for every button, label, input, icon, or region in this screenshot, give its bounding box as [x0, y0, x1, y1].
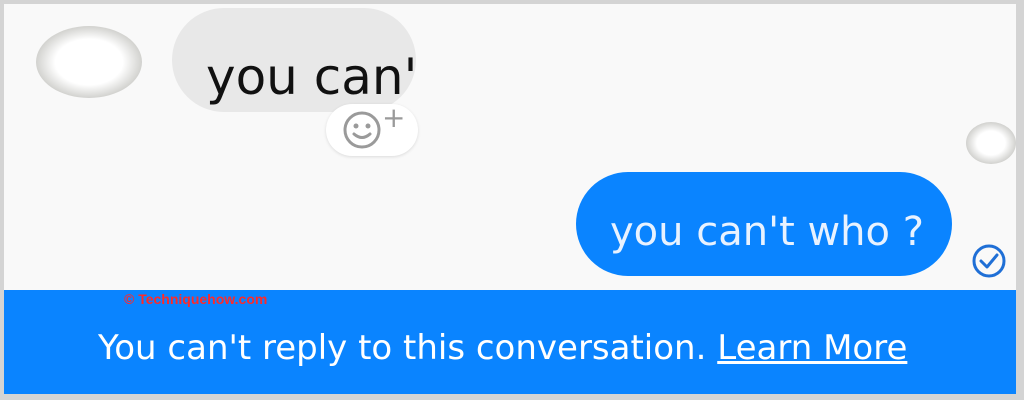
- banner-notice-text: You can't reply to this conversation.: [98, 328, 707, 368]
- incoming-message-text: you can't: [206, 48, 416, 106]
- learn-more-link[interactable]: Learn More: [717, 328, 907, 368]
- banner-message: You can't reply to this conversation. Le…: [98, 326, 998, 370]
- recipient-avatar: [966, 122, 1016, 164]
- sender-avatar[interactable]: [36, 26, 142, 98]
- plus-icon: +: [382, 101, 406, 134]
- add-reaction-button[interactable]: +: [326, 104, 418, 156]
- check-circle-icon: [972, 244, 1006, 278]
- outgoing-message-bubble[interactable]: you can't who ?: [576, 172, 952, 276]
- cannot-reply-banner: © Techniquehow.com You can't reply to th…: [4, 290, 1016, 394]
- outgoing-message-text: you can't who ?: [610, 209, 924, 255]
- incoming-message-bubble[interactable]: you can't: [172, 8, 416, 112]
- smiley-icon: [343, 111, 381, 149]
- chat-window: you can't + you can't who ? © Techniqueh…: [4, 4, 1016, 394]
- watermark: © Techniquehow.com: [124, 291, 268, 307]
